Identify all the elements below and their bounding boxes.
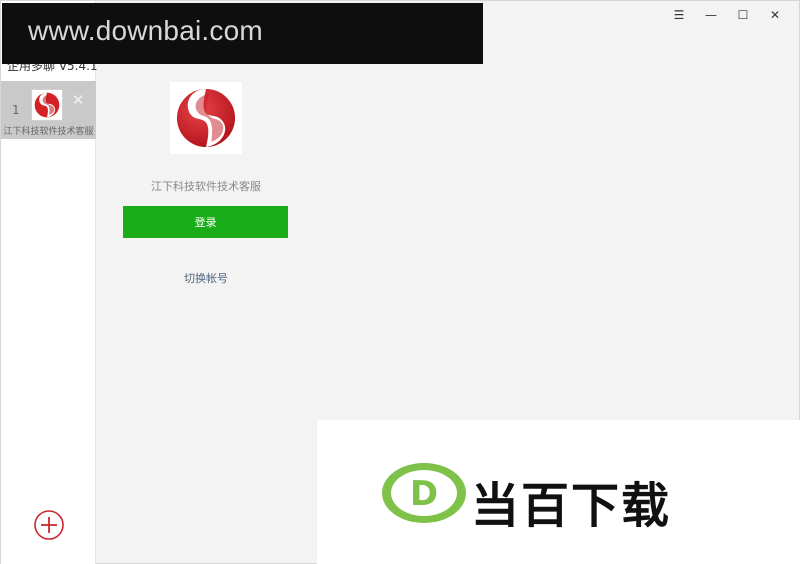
company-logo-icon — [176, 88, 236, 148]
account-name: 江下科技软件技术客服 — [3, 127, 94, 137]
profile-name: 江下科技软件技术客服 — [151, 180, 261, 193]
minimize-button[interactable]: — — [695, 6, 727, 24]
account-sidebar: 企用多聊 V5.4.1 1 ✕ 江下科技软件技术客服 — [1, 1, 98, 564]
account-list-item[interactable]: 1 ✕ 江下科技软件技术客服 — [1, 81, 96, 139]
maximize-button[interactable]: ☐ — [727, 6, 759, 24]
brand-d-icon: D — [382, 463, 466, 523]
account-index: 1 — [12, 103, 20, 117]
profile-avatar — [170, 82, 242, 154]
watermark-banner: www.downbai.com — [2, 3, 483, 64]
close-icon[interactable]: ✕ — [72, 93, 85, 108]
add-account-button[interactable] — [33, 509, 65, 541]
account-avatar — [31, 89, 63, 121]
login-button[interactable]: 登录 — [123, 206, 288, 238]
watermark-url: www.downbai.com — [28, 15, 263, 46]
window-controls: ☰ — ☐ ✕ — [663, 6, 791, 24]
watermark-brand-text: 当百下载 — [471, 478, 672, 534]
watermark-logo: D 当百下载 — [317, 420, 800, 564]
close-window-button[interactable]: ✕ — [759, 6, 791, 24]
plus-circle-icon — [34, 510, 64, 540]
brand-letter: D — [410, 474, 438, 514]
menu-button[interactable]: ☰ — [663, 6, 695, 24]
company-logo-icon — [34, 92, 60, 118]
switch-account-link[interactable]: 切换帐号 — [96, 270, 316, 286]
